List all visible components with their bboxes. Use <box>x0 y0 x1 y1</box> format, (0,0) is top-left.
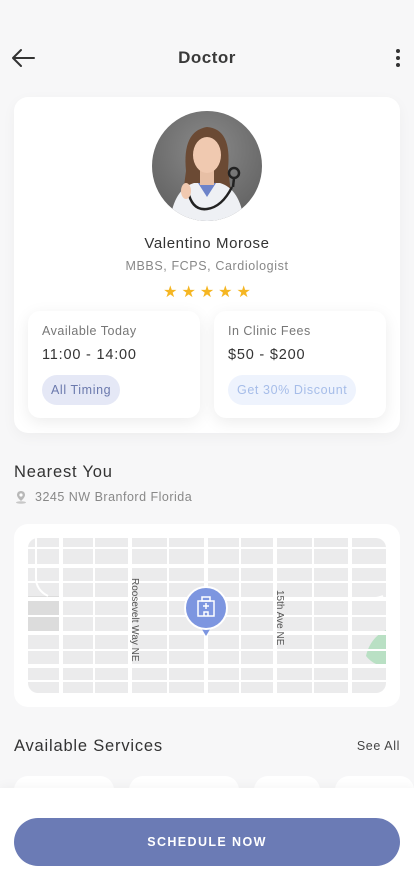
nearest-title: Nearest You <box>14 463 113 481</box>
top-bar: Doctor <box>0 36 414 80</box>
map-view[interactable]: Roosevelt Way NE 15th Ave NE <box>28 538 386 693</box>
availability-box: Available Today 11:00 - 14:00 All Timing <box>28 311 200 418</box>
star-icon: ★ <box>236 284 251 301</box>
star-icon: ★ <box>163 284 178 301</box>
location-row: 3245 NW Branford Florida <box>14 489 192 505</box>
discount-button[interactable]: Get 30% Discount <box>228 375 357 405</box>
services-title: Available Services <box>14 737 163 755</box>
doctor-profile-card: Valentino Morose MBBS, FCPS, Cardiologis… <box>14 97 400 433</box>
fees-box: In Clinic Fees $50 - $200 Get 30% Discou… <box>214 311 386 418</box>
map-card: Roosevelt Way NE 15th Ave NE <box>14 524 400 707</box>
more-vertical-icon[interactable] <box>392 46 404 70</box>
location-address: 3245 NW Branford Florida <box>35 490 193 504</box>
star-icon: ★ <box>218 284 233 301</box>
fees-range: $50 - $200 <box>228 347 306 363</box>
schedule-now-button[interactable]: SCHEDULE NOW <box>14 818 400 866</box>
fees-label: In Clinic Fees <box>228 324 311 338</box>
map-street-label: Roosevelt Way NE <box>129 578 140 662</box>
see-all-link[interactable]: See All <box>357 739 400 753</box>
doctor-name: Valentino Morose <box>144 235 270 252</box>
star-icon: ★ <box>199 284 215 301</box>
avatar <box>152 111 262 221</box>
location-pin-icon <box>16 491 26 504</box>
rating-stars: ★ ★ ★ ★ ★ <box>14 282 400 302</box>
doctor-qualifications: MBBS, FCPS, Cardiologist <box>125 259 289 273</box>
availability-time: 11:00 - 14:00 <box>42 347 137 363</box>
page-title: Doctor <box>178 48 236 67</box>
doctor-profile-screen: Doctor Valentino Morose MBBS, FCPS, Card… <box>0 0 414 896</box>
availability-label: Available Today <box>42 324 137 338</box>
map-street-label: 15th Ave NE <box>274 590 285 646</box>
bottom-bar: SCHEDULE NOW <box>0 788 414 896</box>
star-icon: ★ <box>181 284 196 301</box>
all-timing-button[interactable]: All Timing <box>42 375 121 405</box>
